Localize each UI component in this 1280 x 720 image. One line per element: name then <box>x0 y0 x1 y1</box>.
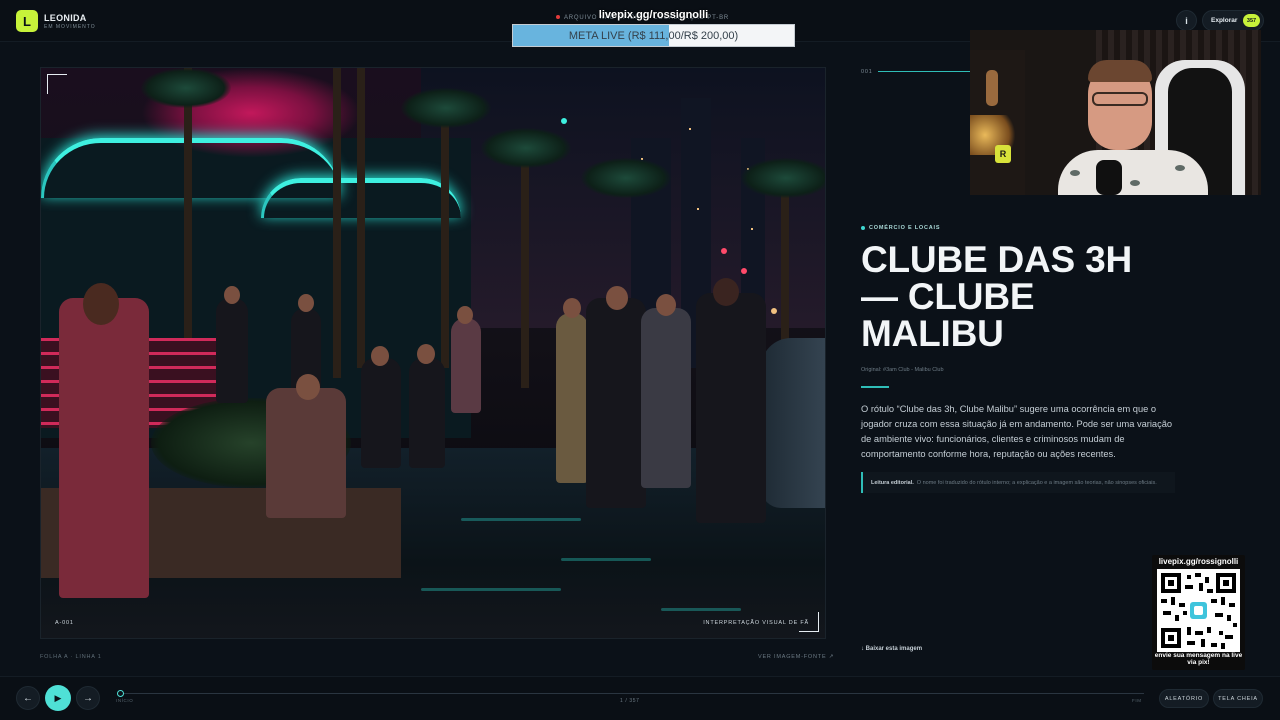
progress-handle[interactable] <box>117 690 124 697</box>
category-text: COMÉRCIO E LOCAIS <box>869 225 941 231</box>
qr-title: livepix.gg/rossignolli <box>1158 557 1239 566</box>
original-name: Original: #3am Club - Malibu Club <box>861 367 944 373</box>
image-caption: INTERPRETAÇÃO VISUAL DE FÃ <box>703 620 809 626</box>
microphone-icon <box>1096 160 1122 195</box>
donation-goal-bar: META LIVE (R$ 111,00/R$ 200,00) <box>512 24 795 47</box>
logo-cube-icon: R <box>995 145 1011 163</box>
image-frame-corner <box>47 74 67 94</box>
progress-track[interactable] <box>120 693 1144 694</box>
main-image[interactable]: A-001 INTERPRETAÇÃO VISUAL DE FÃ <box>40 67 826 639</box>
figurine-icon <box>986 70 998 106</box>
download-link[interactable]: ↓ Baixar esta imagem <box>861 646 922 652</box>
brand-tagline: EM MOVIMENTO <box>44 24 96 30</box>
play-button[interactable]: ▶ <box>45 685 71 711</box>
play-icon: ▶ <box>54 692 62 703</box>
qr-caption: envie sua mensagem na live via pix! <box>1154 652 1243 666</box>
track-end-label: FIM <box>1132 698 1142 703</box>
view-source-link[interactable]: VER IMAGEM-FONTE ↗ <box>758 654 834 660</box>
sheet-info: FOLHA A · LINHA 1 <box>40 654 102 660</box>
arrow-right-icon: → <box>83 692 93 704</box>
webcam-feed: R <box>970 30 1261 195</box>
info-button[interactable]: i <box>1176 10 1197 31</box>
next-button[interactable]: → <box>76 686 100 710</box>
fullscreen-button[interactable]: TELA CHEIA <box>1213 689 1263 708</box>
livepix-url: livepix.gg/rossignolli <box>598 9 709 21</box>
brand-name[interactable]: LEONIDA <box>44 13 87 23</box>
editorial-note: Leitura editorial. O nome foi traduzido d… <box>861 472 1175 493</box>
track-count: 1 / 357 <box>620 698 640 704</box>
prev-button[interactable]: ← <box>16 686 40 710</box>
bottom-controls <box>0 676 1280 720</box>
explore-label: Explorar <box>1211 17 1238 24</box>
track-start-label: INÍCIO <box>116 698 134 703</box>
entry-index: 001 <box>861 69 873 75</box>
image-car <box>761 338 825 508</box>
editorial-note-label: Leitura editorial. <box>871 479 914 486</box>
title-divider <box>861 386 889 388</box>
logo-icon[interactable]: L <box>16 10 38 32</box>
qr-code-icon <box>1157 569 1240 652</box>
index-divider <box>878 71 970 72</box>
editorial-note-text: O nome foi traduzido do rótulo interno; … <box>916 479 1157 486</box>
explore-count-badge: 357 <box>1243 14 1260 27</box>
image-code: A-001 <box>55 620 74 626</box>
random-button[interactable]: ALEATÓRIO <box>1159 689 1209 708</box>
donation-goal-label: META LIVE (R$ 111,00/R$ 200,00) <box>568 29 739 42</box>
explore-button[interactable]: Explorar 357 <box>1202 10 1264 31</box>
page-title: CLUBE DAS 3H — CLUBE MALIBU <box>861 239 1133 354</box>
category-label: COMÉRCIO E LOCAIS <box>861 225 940 231</box>
arrow-left-icon: ← <box>23 692 33 704</box>
description: O rótulo “Clube das 3h, Clube Malibu” su… <box>861 404 1173 459</box>
livepix-qr-card: livepix.gg/rossignolli envie sua mensage… <box>1152 555 1245 670</box>
category-dot-icon <box>861 225 865 230</box>
